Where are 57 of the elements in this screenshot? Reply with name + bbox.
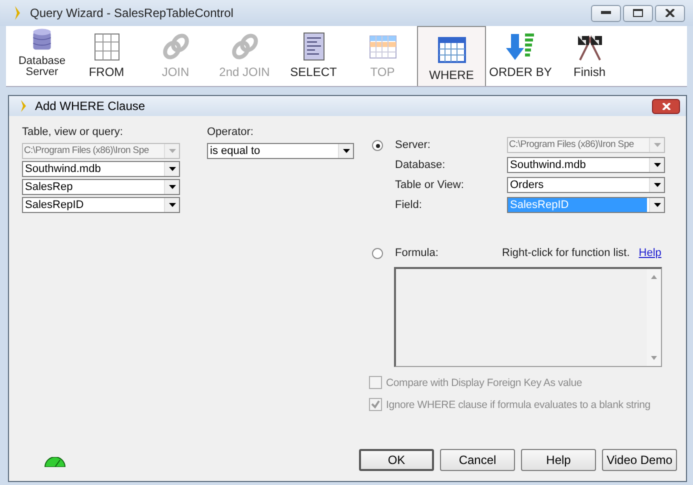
field-label: Formula:: [395, 247, 440, 259]
toolbar-button[interactable]: WHERE: [417, 26, 486, 86]
dialog-title: Add WHERE Clause: [35, 99, 146, 113]
toolbar-button[interactable]: Database Server: [12, 26, 72, 86]
toolbar-button[interactable]: SELECT: [279, 26, 348, 86]
minimize-button[interactable]: [591, 4, 621, 22]
calendar-icon: [436, 35, 468, 65]
maximize-icon: [633, 9, 643, 17]
help-link[interactable]: Help: [638, 247, 662, 259]
dropdown-field[interactable]: SalesRepID: [22, 197, 180, 213]
scrollbar[interactable]: [647, 269, 661, 366]
toolbar-button[interactable]: ORDER BY: [486, 26, 555, 86]
hint-text: Right-click for function list.: [502, 247, 630, 259]
dialog-button[interactable]: Help: [521, 449, 596, 471]
toolbar-button[interactable]: FROM: [72, 26, 141, 86]
radio-button[interactable]: [372, 140, 383, 151]
dropdown-field[interactable]: Southwind.mdb: [22, 161, 180, 177]
dialog-button[interactable]: OK: [359, 449, 434, 471]
checkbox-label: Ignore WHERE clause if formula evaluates to a blank string: [386, 398, 650, 410]
close-icon: [662, 102, 670, 110]
lightning-icon: [19, 100, 27, 112]
lightning-icon: [12, 6, 22, 20]
field-label: Table or View:: [395, 179, 465, 191]
dropdown-field[interactable]: Orders: [507, 177, 665, 193]
dropdown-field[interactable]: is equal to: [207, 143, 354, 159]
caret-icon: [168, 185, 176, 189]
formula-text-area[interactable]: [394, 267, 662, 367]
dialog-button[interactable]: Video Demo: [602, 449, 677, 471]
field-label: Database:: [395, 159, 446, 171]
caret-icon: [654, 143, 660, 147]
caret-icon: [654, 203, 660, 207]
field-label: Field:: [395, 199, 423, 211]
close-button[interactable]: [655, 4, 685, 22]
dropdown-field[interactable]: SalesRep: [22, 179, 180, 195]
field-label: Server:: [395, 139, 432, 151]
caret-icon: [654, 183, 660, 187]
close-button[interactable]: [652, 98, 680, 114]
maximize-button[interactable]: [623, 4, 653, 22]
minimize-icon: [601, 11, 611, 15]
close-icon: [665, 9, 675, 17]
checkbox-label: Compare with Display Foreign Key As value: [386, 376, 582, 388]
window-title: Query Wizard - SalesRepTableControl: [30, 6, 234, 20]
dropdown-field[interactable]: Southwind.mdb: [507, 157, 665, 173]
caret-icon: [654, 163, 660, 167]
up-arrow-icon: [651, 275, 657, 279]
toolbar-button[interactable]: Finish: [555, 26, 624, 86]
caret-icon: [342, 149, 350, 153]
caret-icon: [168, 167, 176, 171]
radio-button[interactable]: [372, 248, 383, 258]
down-arrow-icon: [504, 32, 536, 62]
down-arrow-icon: [651, 356, 657, 360]
gauge-icon: [44, 457, 66, 467]
caret-icon: [168, 203, 176, 207]
field-label: Table, view or query:: [22, 126, 124, 140]
caret-icon: [168, 149, 176, 153]
dialog-button[interactable]: Cancel: [440, 449, 515, 471]
field-label: Operator:: [207, 126, 254, 140]
